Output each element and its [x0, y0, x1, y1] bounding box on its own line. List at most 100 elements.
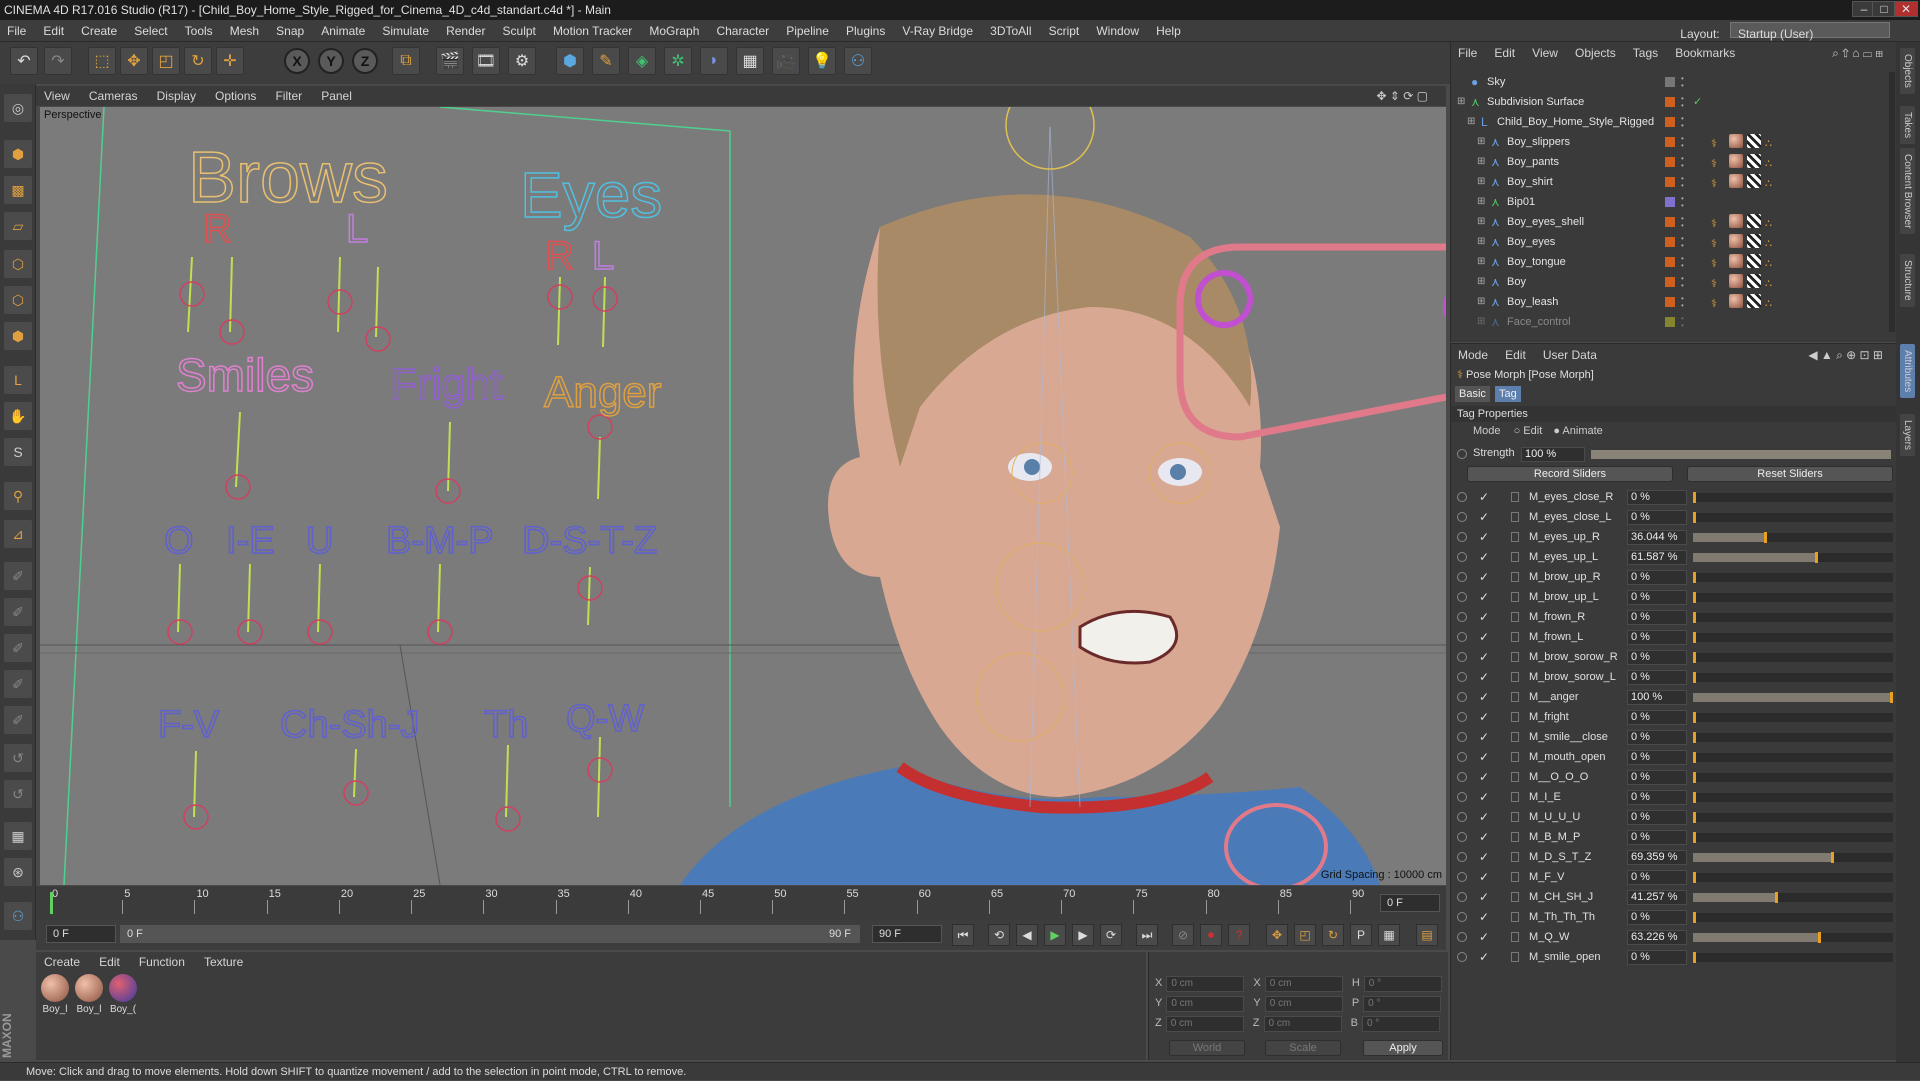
anim-radio[interactable]	[1457, 792, 1467, 802]
keyframe-icon[interactable]	[1511, 912, 1519, 922]
anim-radio[interactable]	[1457, 492, 1467, 502]
enable-checkbox[interactable]: ✓	[1479, 787, 1489, 807]
keyframe-icon[interactable]	[1511, 792, 1519, 802]
enable-checkbox[interactable]: ✓	[1479, 507, 1489, 527]
cube-icon[interactable]: ⬢	[556, 47, 584, 75]
morph-slider-track[interactable]	[1693, 532, 1893, 543]
weight-tag-icon[interactable]: ∴	[1765, 154, 1779, 170]
morph-slider-handle[interactable]	[1693, 952, 1696, 963]
morph-slider-track[interactable]	[1693, 612, 1893, 623]
material-menu-texture[interactable]: Texture	[196, 952, 251, 972]
object-list-scrollbar[interactable]	[1889, 72, 1895, 332]
material-tag-icon[interactable]	[1729, 254, 1743, 268]
keyframe-icon[interactable]	[1511, 632, 1519, 642]
material-tag-icon[interactable]	[1747, 174, 1761, 188]
redo-icon[interactable]: ↷	[44, 47, 72, 75]
keyframe-icon[interactable]	[1511, 832, 1519, 842]
object-row[interactable]: ⊞ ⋏ Boy • • ⚕ ∴	[1457, 272, 1891, 292]
expand-icon[interactable]: ⊞	[1477, 212, 1485, 232]
spline-pen-icon[interactable]: ✎	[592, 47, 620, 75]
object-row[interactable]: ⊞ ⋏ Boy_slippers • • ⚕ ∴	[1457, 132, 1891, 152]
anim-radio[interactable]	[1457, 832, 1467, 842]
record-icon[interactable]: ⏺	[1200, 924, 1222, 946]
morph-value-field[interactable]: 0 %	[1627, 590, 1687, 605]
enable-checkbox[interactable]: ✓	[1479, 807, 1489, 827]
layer-color-swatch[interactable]	[1665, 137, 1675, 147]
morph-value-field[interactable]: 0 %	[1627, 630, 1687, 645]
keyframe-icon[interactable]	[1511, 872, 1519, 882]
apply-button[interactable]: Apply	[1363, 1040, 1443, 1056]
pose-morph-tag-icon[interactable]: ⚕	[1711, 274, 1725, 290]
expand-icon[interactable]: ⊞	[1477, 132, 1485, 152]
grid-icon[interactable]: ▦	[4, 822, 32, 850]
menu-item[interactable]: Mesh	[223, 20, 266, 42]
material-menu-create[interactable]: Create	[36, 952, 88, 972]
enable-checkbox[interactable]: ✓	[1479, 527, 1489, 547]
visibility-toggle[interactable]: • •	[1681, 275, 1684, 290]
keyframe-icon[interactable]	[1511, 512, 1519, 522]
object-row[interactable]: ⊞ ⋏ Boy_pants • • ⚕ ∴	[1457, 152, 1891, 172]
anim-radio[interactable]	[1457, 612, 1467, 622]
next-frame-icon[interactable]: ▶	[1072, 924, 1094, 946]
pose-morph-tag-icon[interactable]: ⚕	[1711, 254, 1725, 270]
key-scale-icon[interactable]: ◰	[1294, 924, 1316, 946]
size-z-field[interactable]: 0 cm	[1263, 1016, 1342, 1032]
morph-slider-track[interactable]	[1693, 572, 1893, 583]
enable-checkbox[interactable]: ✓	[1479, 767, 1489, 787]
keyframe-icon[interactable]	[1511, 952, 1519, 962]
size-y-field[interactable]: 0 cm	[1264, 996, 1343, 1012]
object-row[interactable]: ⊞ ⋏ Face_control • •	[1457, 312, 1891, 332]
morph-slider-handle[interactable]	[1693, 512, 1696, 523]
menu-item[interactable]: V-Ray Bridge	[895, 20, 980, 42]
end-frame-field[interactable]: 90 F	[872, 925, 942, 943]
keyframe-icon[interactable]	[1511, 572, 1519, 582]
keyframe-icon[interactable]	[1511, 612, 1519, 622]
morph-slider-track[interactable]	[1693, 892, 1893, 903]
undo-icon[interactable]: ↶	[10, 47, 38, 75]
menu-item[interactable]: Select	[127, 20, 174, 42]
material-tag-icon[interactable]	[1729, 174, 1743, 188]
anim-radio[interactable]	[1457, 812, 1467, 822]
weight-tag-icon[interactable]: ∴	[1765, 294, 1779, 310]
weight-tag-icon[interactable]: ∴	[1765, 254, 1779, 270]
enable-checkbox[interactable]: ✓	[1479, 887, 1489, 907]
material-tag-icon[interactable]	[1747, 154, 1761, 168]
viewport-menu-cameras[interactable]: Cameras	[81, 86, 146, 106]
morph-slider-handle[interactable]	[1774, 892, 1778, 903]
perspective-viewport[interactable]: Brows R L Eyes R L Smiles Fright Anger O…	[40, 107, 1446, 885]
timeline-ruler[interactable]: 0 5 10 15 20 25 30 35 40 45 50 55 60 65 70 75 80 85 90 0 F	[36, 886, 1446, 920]
enable-checkbox[interactable]: ✓	[1479, 947, 1489, 967]
menu-item[interactable]: Snap	[269, 20, 311, 42]
material-tag-icon[interactable]	[1729, 134, 1743, 148]
morph-slider-track[interactable]	[1693, 652, 1893, 663]
visibility-toggle[interactable]: • •	[1681, 315, 1684, 330]
morph-value-field[interactable]: 36.044 %	[1627, 530, 1687, 545]
keyframe-icon[interactable]	[1511, 692, 1519, 702]
morph-value-field[interactable]: 0 %	[1627, 750, 1687, 765]
menu-item[interactable]: File	[0, 20, 33, 42]
enable-checkbox[interactable]: ✓	[1479, 487, 1489, 507]
morph-slider-track[interactable]	[1693, 632, 1893, 643]
morph-slider-handle[interactable]	[1764, 532, 1768, 543]
visibility-toggle[interactable]: • •	[1681, 255, 1684, 270]
enable-checkbox[interactable]: ✓	[1479, 827, 1489, 847]
scale-icon[interactable]: ◰	[152, 47, 180, 75]
morph-slider-handle[interactable]	[1693, 652, 1696, 663]
keyframe-icon[interactable]	[1511, 712, 1519, 722]
menu-item[interactable]: Pipeline	[779, 20, 836, 42]
menu-item[interactable]: 3DToAll	[983, 20, 1038, 42]
layer-color-swatch[interactable]	[1665, 197, 1675, 207]
anim-radio[interactable]	[1457, 732, 1467, 742]
move-icon[interactable]: ✥	[120, 47, 148, 75]
key-point-level-icon[interactable]: ▦	[1378, 924, 1400, 946]
morph-value-field[interactable]: 63.226 %	[1627, 930, 1687, 945]
keyframe-icon[interactable]	[1511, 492, 1519, 502]
morph-slider-track[interactable]	[1693, 672, 1893, 683]
morph-slider-track[interactable]	[1693, 692, 1893, 703]
layer-color-swatch[interactable]	[1665, 317, 1675, 327]
mode-animate-radio[interactable]: ● Animate	[1553, 425, 1602, 437]
autokey-icon[interactable]: ?	[1228, 924, 1250, 946]
morph-slider-track[interactable]	[1693, 772, 1893, 783]
live-selection-icon[interactable]: ⬚	[88, 47, 116, 75]
position-x-field[interactable]: 0 cm	[1166, 976, 1245, 992]
